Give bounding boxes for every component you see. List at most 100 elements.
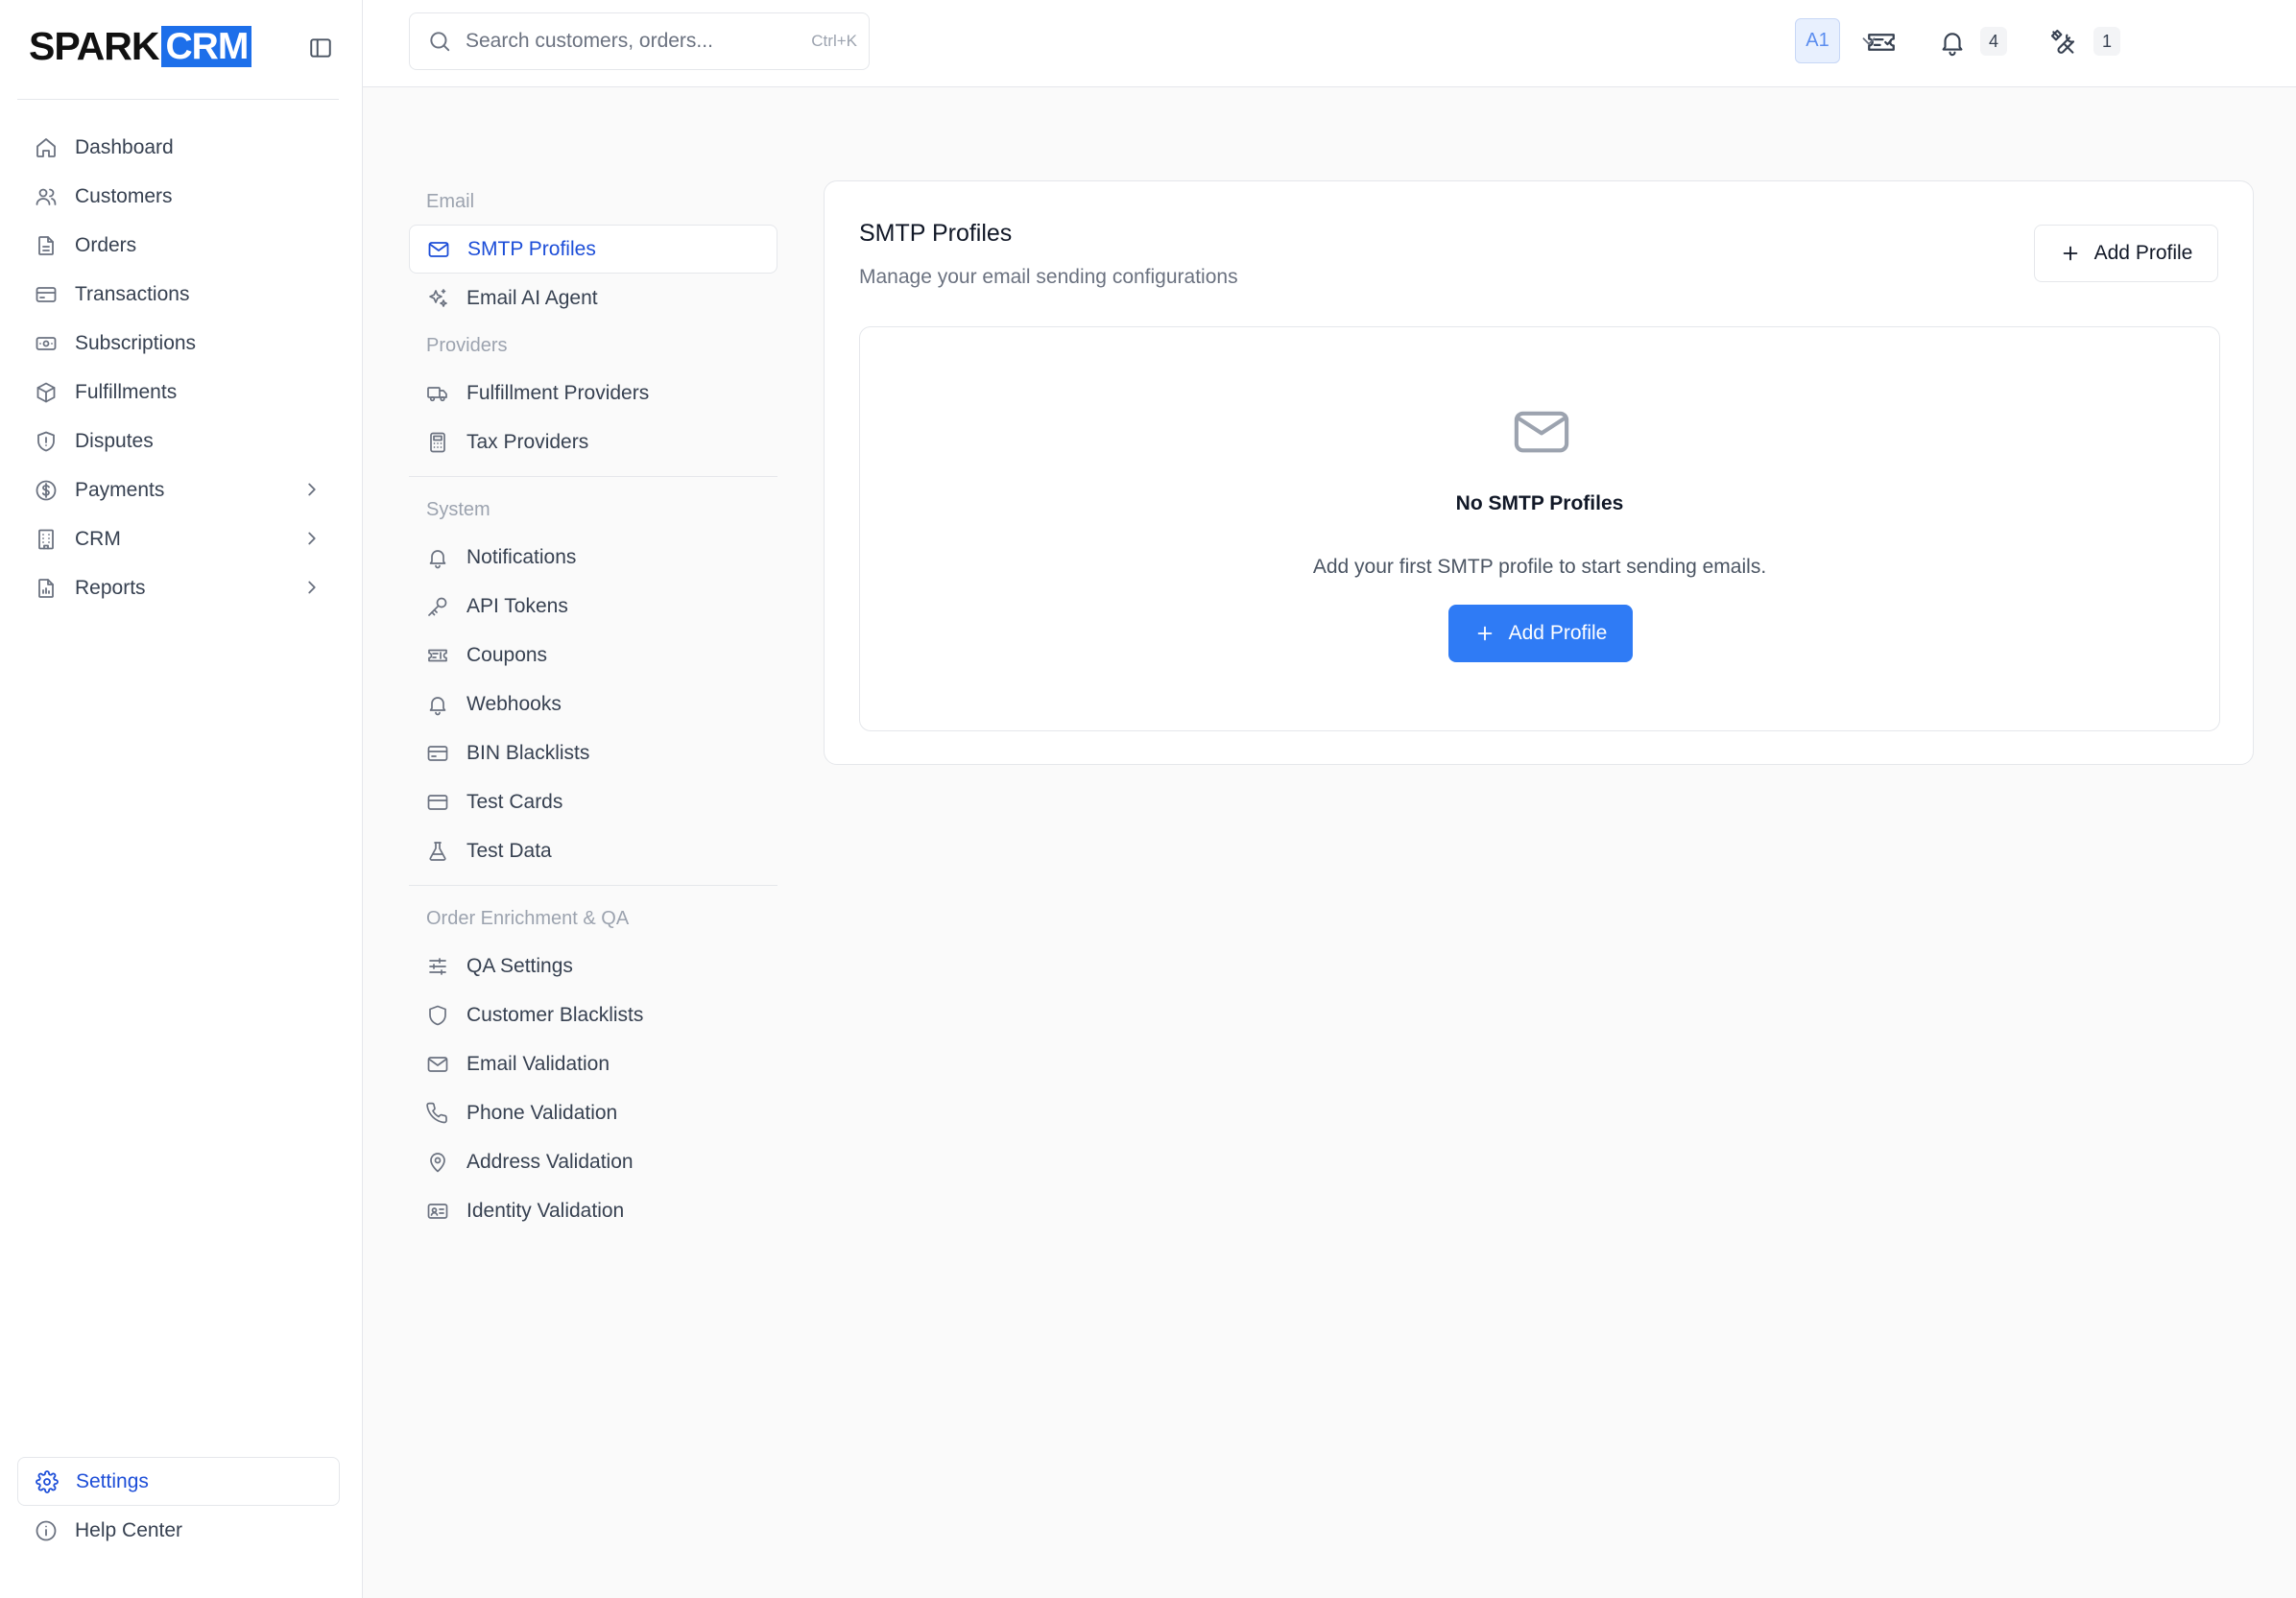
- settings-item-label: Email Validation: [466, 1052, 610, 1075]
- settings-item-api-tokens[interactable]: API Tokens: [409, 582, 777, 631]
- settings-item-webhooks[interactable]: Webhooks: [409, 680, 777, 728]
- webhook-icon: [429, 696, 446, 715]
- package-icon: [36, 382, 56, 402]
- sidebar-item-label: Help Center: [75, 1518, 183, 1541]
- settings-item-label: Phone Validation: [466, 1101, 618, 1124]
- sidebar-item-label: CRM: [75, 527, 121, 550]
- settings-item-label: Address Validation: [466, 1150, 634, 1173]
- flask-icon: [429, 841, 446, 861]
- sidebar-bottom-nav: Settings Help Center: [17, 1457, 340, 1555]
- sidebar-item-settings[interactable]: Settings: [17, 1457, 340, 1506]
- settings-item-label: Notifications: [466, 545, 577, 568]
- search-icon: [430, 32, 450, 52]
- settings-item-notifications[interactable]: Notifications: [409, 533, 777, 582]
- sidebar-nav: Dashboard Customers Orders Transactions …: [17, 123, 340, 612]
- empty-state-text: Add your first SMTP profile to start sen…: [1312, 556, 1767, 578]
- sliders-icon: [429, 957, 446, 975]
- sidebar-item-fulfillments[interactable]: Fulfillments: [17, 368, 340, 417]
- brand-logo-part1: SPARK: [29, 23, 159, 68]
- dollar-circle-icon: [36, 480, 57, 500]
- sidebar-item-orders[interactable]: Orders: [17, 221, 340, 270]
- settings-item-email-validation[interactable]: Email Validation: [409, 1039, 777, 1088]
- settings-item-label: QA Settings: [466, 954, 573, 977]
- top-bar: Ctrl+K 4 1 A1: [363, 0, 2296, 87]
- sidebar-item-crm[interactable]: CRM: [17, 514, 340, 563]
- info-icon: [36, 1520, 57, 1540]
- sidebar-item-label: Dashboard: [75, 135, 174, 158]
- settings-item-email-ai-agent[interactable]: Email AI Agent: [409, 274, 777, 322]
- chevron-right-icon: [308, 532, 316, 545]
- empty-state-title: No SMTP Profiles: [1455, 492, 1624, 514]
- settings-item-test-cards[interactable]: Test Cards: [409, 777, 777, 826]
- chevron-down-icon[interactable]: [1858, 31, 1879, 52]
- settings-item-fulfillment-providers[interactable]: Fulfillment Providers: [409, 369, 777, 417]
- settings-item-label: Coupons: [466, 643, 548, 666]
- plus-icon: [1477, 626, 1492, 641]
- ticket-icon: [428, 649, 447, 661]
- shield-icon: [37, 431, 55, 451]
- sidebar-item-payments[interactable]: Payments: [17, 465, 340, 514]
- sidebar-item-help-center[interactable]: Help Center: [17, 1506, 340, 1555]
- credit-card-icon: [36, 286, 57, 302]
- plus-icon: [2063, 246, 2077, 261]
- tools-button[interactable]: [2045, 23, 2083, 61]
- settings-item-test-data[interactable]: Test Data: [409, 826, 777, 875]
- settings-item-qa-settings[interactable]: QA Settings: [409, 942, 777, 990]
- add-profile-button[interactable]: Add Profile: [2034, 225, 2218, 282]
- notifications-count-badge: 4: [1980, 27, 2007, 56]
- sidebar-item-label: Payments: [75, 478, 165, 501]
- main-sidebar: SPARK CRM Dashboard Customers Orders Tra…: [0, 0, 363, 1598]
- building-icon: [38, 529, 54, 549]
- settings-section-heading: System: [426, 498, 490, 520]
- settings-nav-divider: [409, 476, 777, 477]
- settings-item-identity-validation[interactable]: Identity Validation: [409, 1186, 777, 1235]
- mail-icon: [1514, 411, 1569, 453]
- sidebar-toggle-button[interactable]: [305, 33, 336, 63]
- avatar[interactable]: A1: [1795, 18, 1840, 63]
- search-input[interactable]: [466, 30, 812, 53]
- brand-logo[interactable]: SPARK CRM: [29, 23, 252, 68]
- sidebar-divider: [17, 99, 339, 100]
- settings-item-label: Fulfillment Providers: [466, 381, 650, 404]
- sidebar-item-label: Subscriptions: [75, 331, 197, 354]
- brand-logo-part2: CRM: [161, 25, 252, 67]
- sidebar-item-disputes[interactable]: Disputes: [17, 417, 340, 465]
- settings-nav-divider: [409, 885, 777, 886]
- settings-item-label: Customer Blacklists: [466, 1003, 644, 1026]
- key-icon: [428, 597, 447, 616]
- settings-item-coupons[interactable]: Coupons: [409, 631, 777, 680]
- calculator-icon: [430, 432, 445, 452]
- sidebar-item-label: Disputes: [75, 429, 154, 452]
- settings-item-address-validation[interactable]: Address Validation: [409, 1137, 777, 1186]
- global-search[interactable]: Ctrl+K: [409, 12, 870, 70]
- add-first-profile-button-label: Add Profile: [1508, 622, 1608, 644]
- settings-item-customer-blacklists[interactable]: Customer Blacklists: [409, 990, 777, 1039]
- settings-item-label: Test Cards: [466, 790, 563, 813]
- sparkles-icon: [429, 288, 447, 307]
- settings-item-phone-validation[interactable]: Phone Validation: [409, 1088, 777, 1137]
- mail-icon: [427, 1056, 448, 1072]
- sidebar-item-label: Reports: [75, 576, 146, 599]
- settings-item-smtp-profiles[interactable]: SMTP Profiles: [409, 225, 777, 274]
- sidebar-item-customers[interactable]: Customers: [17, 172, 340, 221]
- tools-count-badge: 1: [2093, 27, 2120, 56]
- sidebar-item-transactions[interactable]: Transactions: [17, 270, 340, 319]
- notifications-button[interactable]: [1933, 23, 1972, 61]
- file-icon: [38, 235, 54, 255]
- settings-item-tax-providers[interactable]: Tax Providers: [409, 417, 777, 466]
- page-subtitle: Manage your email sending configurations: [859, 266, 1238, 288]
- empty-state: No SMTP Profiles Add your first SMTP pro…: [859, 326, 2220, 731]
- sidebar-item-reports[interactable]: Reports: [17, 563, 340, 612]
- sidebar-item-subscriptions[interactable]: Subscriptions: [17, 319, 340, 368]
- bell-icon: [1942, 33, 1963, 57]
- add-first-profile-button[interactable]: Add Profile: [1448, 605, 1633, 662]
- settings-item-bin-blacklists[interactable]: BIN Blacklists: [409, 728, 777, 777]
- settings-section-heading: Providers: [426, 334, 508, 356]
- sidebar-item-label: Fulfillments: [75, 380, 178, 403]
- sidebar-item-label: Transactions: [75, 282, 190, 305]
- phone-icon: [426, 1102, 447, 1123]
- page-title: SMTP Profiles: [859, 220, 1013, 247]
- sidebar-item-dashboard[interactable]: Dashboard: [17, 123, 340, 172]
- settings-item-label: SMTP Profiles: [467, 237, 596, 260]
- settings-item-label: API Tokens: [466, 594, 568, 617]
